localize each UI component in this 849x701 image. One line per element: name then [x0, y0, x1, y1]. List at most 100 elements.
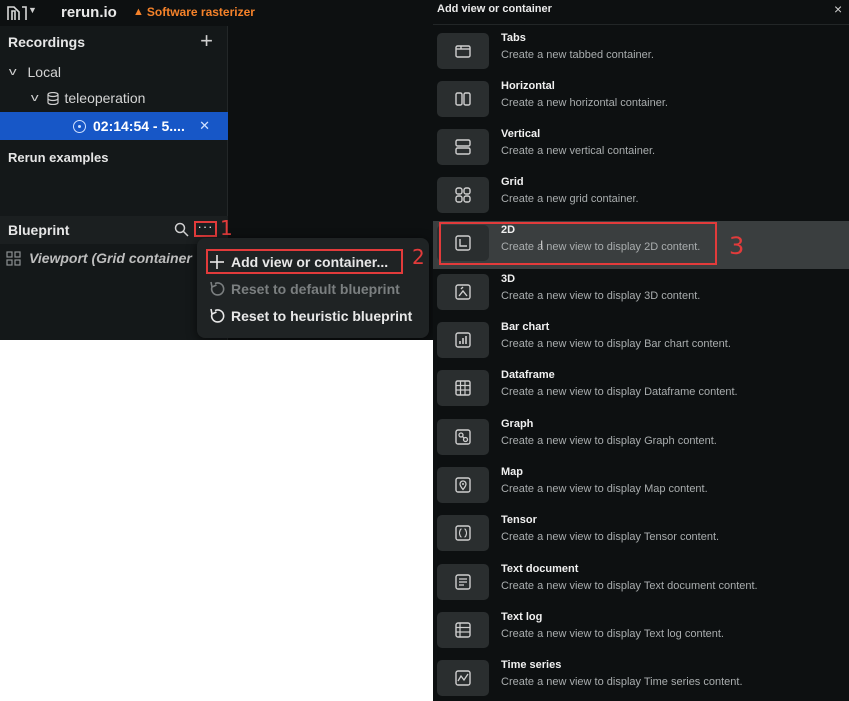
chevron-down-icon[interactable]: v [31, 92, 39, 104]
text-log-icon [437, 612, 489, 648]
warning-label: Software rasterizer [146, 5, 255, 19]
option-desc: Create a new grid container. [501, 193, 639, 205]
option-grid[interactable]: Grid Create a new grid container. [433, 173, 849, 221]
option-title: Vertical [501, 128, 541, 140]
tree-item-recording[interactable]: 02:14:54 - 5.... ✕ [0, 112, 228, 140]
option-title: Map [501, 466, 523, 478]
annotation-2: 2 [412, 245, 425, 269]
close-icon[interactable]: × [834, 1, 842, 17]
reset-icon [210, 281, 225, 296]
option-desc: Create a new view to display Graph conte… [501, 435, 717, 447]
text-cursor-icon: I [540, 238, 544, 252]
local-label: Local [27, 64, 61, 80]
tree-item-teleoperation[interactable]: v teleoperation [0, 85, 228, 111]
option-horizontal[interactable]: Horizontal Create a new horizontal conta… [433, 77, 849, 125]
option-map[interactable]: Map Create a new view to display Map con… [433, 463, 849, 511]
reset-default-blueprint-item[interactable]: Reset to default blueprint [209, 278, 400, 300]
option-desc: Create a new view to display Dataframe c… [501, 386, 738, 398]
panel-title: Add view or container [437, 3, 552, 15]
option-desc: Create a new vertical container. [501, 145, 656, 157]
option-bar-chart[interactable]: Bar chart Create a new view to display B… [433, 318, 849, 366]
option-title: Horizontal [501, 80, 555, 92]
add-view-panel: Add view or container × Tabs Create a ne… [433, 0, 849, 701]
option-desc: Create a new view to display Text docume… [501, 580, 758, 592]
option-vertical[interactable]: Vertical Create a new vertical container… [433, 125, 849, 173]
option-tensor[interactable]: Tensor Create a new view to display Tens… [433, 511, 849, 559]
bar-chart-icon [437, 322, 489, 358]
option-title: Time series [501, 659, 562, 671]
blueprint-title: Blueprint [8, 222, 70, 238]
option-tabs[interactable]: Tabs Create a new tabbed container. [433, 29, 849, 77]
close-icon[interactable]: ✕ [199, 118, 210, 134]
teleoperation-label: teleoperation [64, 90, 146, 106]
option-dataframe[interactable]: Dataframe Create a new view to display D… [433, 366, 849, 414]
option-title: Tensor [501, 514, 537, 526]
tensor-icon [437, 515, 489, 551]
option-graph[interactable]: Graph Create a new view to display Graph… [433, 415, 849, 463]
rerun-logo-icon[interactable] [6, 4, 28, 22]
recording-label: 02:14:54 - 5.... [93, 118, 185, 134]
warning-icon: ▲ [133, 6, 144, 18]
chevron-down-icon[interactable]: v [9, 66, 17, 78]
recording-icon [73, 119, 86, 133]
add-view-label: Add view or container... [231, 254, 389, 270]
grid-icon [437, 177, 489, 213]
reset-heuristic-blueprint-item[interactable]: Reset to heuristic blueprint [209, 305, 412, 327]
option-3d[interactable]: 3D Create a new view to display 3D conte… [433, 270, 849, 318]
blueprint-context-menu: Add view or container... Reset to defaul… [197, 238, 429, 338]
app-name: rerun.io [61, 4, 117, 21]
option-desc: Create a new view to display Map content… [501, 483, 708, 495]
annotation-1: 1 [220, 216, 233, 240]
tabs-icon [437, 33, 489, 69]
option-title: Grid [501, 176, 524, 188]
option-title: Text document [501, 563, 579, 575]
recordings-panel: Recordings + v Local v teleoperation 02:… [0, 26, 228, 216]
grid-icon [6, 250, 21, 266]
add-view-or-container-item[interactable]: Add view or container... [209, 251, 388, 273]
option-title: Text log [501, 611, 543, 623]
left-viewer-panel: ▼ rerun.io ▲ Software rasterizer Recordi… [0, 0, 433, 340]
option-desc: Create a new view to display Bar chart c… [501, 338, 731, 350]
option-desc: Create a new view to display 3D content. [501, 290, 701, 302]
recordings-title: Recordings [8, 34, 86, 50]
option-time-series[interactable]: Time series Create a new view to display… [433, 656, 849, 701]
blueprint-header: Blueprint ··· [0, 216, 228, 244]
more-options-button[interactable]: ··· [194, 220, 217, 237]
horizontal-icon [437, 81, 489, 117]
option-title: Graph [501, 418, 534, 430]
rerun-examples-link[interactable]: Rerun examples [8, 150, 108, 165]
vertical-icon [437, 129, 489, 165]
option-desc: Create a new view to display Tensor cont… [501, 531, 720, 543]
text-document-icon [437, 564, 489, 600]
dataframe-icon [437, 370, 489, 406]
option-text-document[interactable]: Text document Create a new view to displ… [433, 560, 849, 608]
map-icon [437, 467, 489, 503]
chevron-down-icon[interactable]: ▼ [28, 5, 37, 15]
add-recording-button[interactable]: + [200, 30, 213, 52]
option-title: Tabs [501, 32, 526, 44]
reset-icon [210, 308, 225, 323]
graph-icon [437, 419, 489, 455]
software-rasterizer-warning[interactable]: ▲ Software rasterizer [133, 5, 255, 19]
viewport-label: Viewport (Grid container [29, 250, 192, 266]
search-icon[interactable] [174, 222, 189, 237]
option-title: 3D [501, 273, 516, 285]
option-title: Dataframe [501, 369, 555, 381]
database-icon [46, 91, 59, 105]
option-text-log[interactable]: Text log Create a new view to display Te… [433, 608, 849, 656]
divider [433, 24, 849, 25]
tree-item-local[interactable]: v Local [0, 59, 228, 85]
viewport-item[interactable]: Viewport (Grid container [6, 250, 192, 266]
option-desc: Create a new tabbed container. [501, 49, 654, 61]
option-desc: Create a new view to display Text log co… [501, 628, 724, 640]
top-bar: ▼ rerun.io ▲ Software rasterizer [0, 0, 433, 26]
annotation-3: 3 [729, 232, 745, 260]
option-desc: Create a new horizontal container. [501, 97, 668, 109]
plus-icon [210, 255, 224, 269]
option-desc: Create a new view to display Time series… [501, 676, 743, 688]
view-3d-icon [437, 274, 489, 310]
blueprint-panel: Blueprint ··· Viewport (Grid container [0, 216, 228, 340]
highlight-box-3 [439, 222, 717, 265]
reset-default-label: Reset to default blueprint [231, 281, 400, 297]
reset-heuristic-label: Reset to heuristic blueprint [231, 308, 413, 324]
